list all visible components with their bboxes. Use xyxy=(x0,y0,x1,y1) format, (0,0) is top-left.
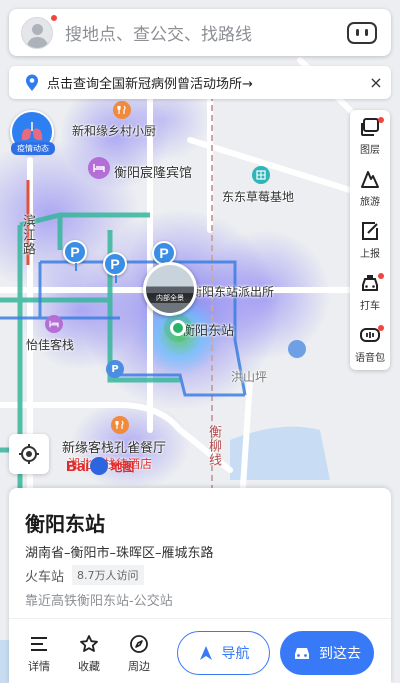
avatar[interactable] xyxy=(21,16,53,49)
map-label: 衡阳东站派出所 xyxy=(190,285,275,299)
place-category: 火车站 xyxy=(25,569,65,585)
tool-label: 语音包 xyxy=(355,353,385,364)
visit-count-badge: 8.7万人访问 xyxy=(72,565,144,585)
selected-location-dot[interactable] xyxy=(170,320,186,336)
parking-small-icon[interactable]: P xyxy=(106,360,124,378)
compass-icon xyxy=(129,634,149,654)
search-bar[interactable]: 搜地点、查公交、找路线 xyxy=(9,9,391,56)
map-label: 衡阳宸隆宾馆 xyxy=(114,166,193,181)
location-pin-icon xyxy=(25,74,39,92)
action-label: 周边 xyxy=(128,660,150,673)
farm-icon[interactable] xyxy=(252,166,270,184)
tool-layers[interactable]: 图层 xyxy=(350,110,390,162)
panorama-label: 内部全景 xyxy=(146,293,194,303)
navigate-label: 导航 xyxy=(221,646,250,662)
travel-icon xyxy=(359,168,381,190)
tool-label: 旅游 xyxy=(360,197,380,208)
map-label: 东东草莓基地 xyxy=(222,190,295,204)
notification-dot xyxy=(50,14,58,22)
notification-dot xyxy=(378,117,384,123)
map-label: 新缘客栈孔雀餐厅 xyxy=(62,441,167,456)
tool-voice-pack[interactable]: 语音包 xyxy=(350,318,390,370)
list-icon xyxy=(29,634,49,654)
favorite-button[interactable]: 收藏 xyxy=(72,634,106,674)
close-icon[interactable]: × xyxy=(361,73,391,92)
epidemic-dynamics-button[interactable]: 疫情动态 xyxy=(10,110,56,158)
report-icon xyxy=(359,220,381,242)
navigate-button[interactable]: 导航 xyxy=(177,631,270,675)
voice-assistant-icon[interactable] xyxy=(347,21,377,44)
baidu-map-logo: Bai 地图 xyxy=(66,457,134,475)
tool-label: 上报 xyxy=(360,249,380,260)
parking-pin[interactable]: P xyxy=(103,252,129,283)
notice-text[interactable]: 点击查询全国新冠病例曾活动场所→ xyxy=(47,73,361,92)
epidemic-badge-label: 疫情动态 xyxy=(11,142,55,155)
star-icon xyxy=(79,634,99,654)
road-label: 衡柳线 xyxy=(206,425,221,467)
go-here-label: 到这去 xyxy=(319,646,361,662)
hotel-icon[interactable] xyxy=(88,157,110,179)
location-icon[interactable] xyxy=(288,340,306,358)
lungs-icon xyxy=(21,122,43,141)
tool-label: 图层 xyxy=(360,145,380,156)
map-label: 衡阳东站 xyxy=(182,324,235,339)
action-label: 详情 xyxy=(28,660,50,673)
restaurant-icon[interactable] xyxy=(111,416,129,434)
hotel-icon[interactable] xyxy=(45,315,63,333)
action-label: 收藏 xyxy=(78,660,100,673)
map-toolbar: 图层 旅游 上报 打车 语音包 xyxy=(350,110,390,370)
logo-text: 地图 xyxy=(110,459,135,474)
crosshair-icon xyxy=(19,444,39,464)
place-title: 衡阳东站 xyxy=(25,512,105,536)
tool-report[interactable]: 上报 xyxy=(350,214,390,266)
tool-label: 打车 xyxy=(360,301,380,312)
locate-me-button[interactable] xyxy=(9,434,49,474)
go-here-button[interactable]: 到这去 xyxy=(280,631,374,675)
parking-pin[interactable]: P xyxy=(63,240,89,271)
navigation-arrow-icon xyxy=(199,646,212,660)
divider xyxy=(9,618,391,619)
notification-dot xyxy=(378,325,384,331)
details-button[interactable]: 详情 xyxy=(22,634,56,674)
tool-travel[interactable]: 旅游 xyxy=(350,162,390,214)
tool-taxi[interactable]: 打车 xyxy=(350,266,390,318)
map-label: 新和缘乡村小厨 xyxy=(72,124,157,138)
search-input[interactable]: 搜地点、查公交、找路线 xyxy=(65,20,347,45)
notification-dot xyxy=(378,273,384,279)
map-label: 洪山坪 xyxy=(231,370,268,384)
place-detail-card[interactable]: 衡阳东站 湖南省–衡阳市–珠晖区–雁城东路 火车站 8.7万人访问 靠近高铁衡阳… xyxy=(9,488,391,683)
car-icon xyxy=(295,648,309,659)
nearby-button[interactable]: 周边 xyxy=(122,634,156,674)
baidu-paw-icon xyxy=(90,457,109,475)
road-label: 滨江路 xyxy=(20,214,35,256)
nearby-text: 靠近高铁衡阳东站-公交站 xyxy=(25,594,173,609)
map-label: 怡佳客栈 xyxy=(26,338,75,352)
station-panorama-marker[interactable]: 内部全景 xyxy=(143,262,197,316)
epidemic-notice-banner[interactable]: 点击查询全国新冠病例曾活动场所→ × xyxy=(9,66,391,99)
logo-text: Bai xyxy=(66,457,90,475)
restaurant-icon[interactable] xyxy=(113,101,131,119)
place-address: 湖南省–衡阳市–珠晖区–雁城东路 xyxy=(25,546,214,561)
